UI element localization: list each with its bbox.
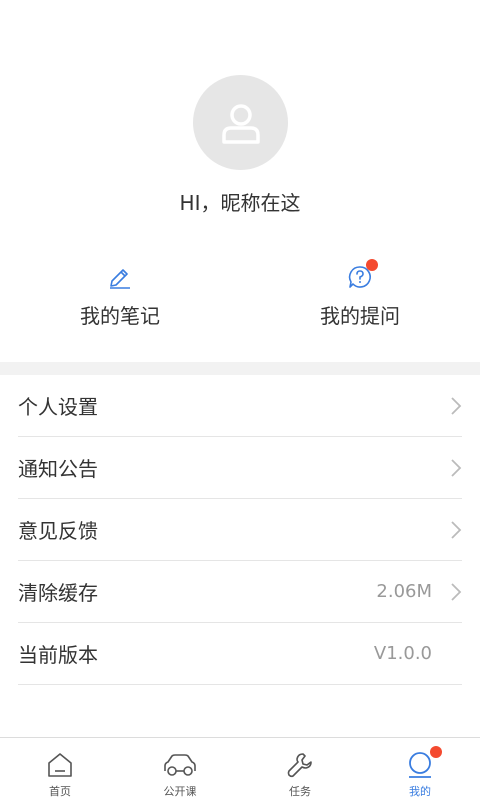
wrench-icon	[283, 750, 317, 780]
nickname[interactable]: HI，昵称在这	[0, 187, 480, 216]
notification-badge	[366, 259, 378, 271]
tab-label: 我的	[409, 785, 431, 798]
menu-item-personal-settings[interactable]: 个人设置	[18, 375, 462, 437]
version-value: V1.0.0	[373, 643, 432, 664]
tab-label: 公开课	[163, 785, 197, 798]
avatar[interactable]	[193, 75, 288, 170]
tab-label: 任务	[289, 785, 311, 798]
section-divider	[0, 362, 480, 375]
chevron-right-icon	[451, 582, 462, 601]
menu-item-feedback[interactable]: 意见反馈	[18, 499, 462, 561]
my-notes-label: 我的笔记	[80, 304, 160, 328]
user-icon	[221, 103, 260, 144]
menu-item-version: 当前版本 V1.0.0	[18, 623, 462, 685]
tab-mine[interactable]: 我的	[360, 738, 480, 800]
tab-tasks[interactable]: 任务	[240, 738, 360, 800]
bottom-tab-bar: 首页 公开课 任务 我的	[0, 737, 480, 800]
my-questions-label: 我的提问	[320, 304, 400, 328]
my-questions-button[interactable]: 我的提问	[240, 259, 480, 334]
menu-item-label: 通知公告	[18, 457, 98, 481]
chevron-right-icon	[451, 396, 462, 415]
menu-item-label: 个人设置	[18, 395, 98, 419]
menu-item-notices[interactable]: 通知公告	[18, 437, 462, 499]
tab-label: 首页	[49, 785, 71, 798]
menu-item-label: 当前版本	[18, 643, 98, 667]
menu-item-clear-cache[interactable]: 清除缓存 2.06M	[18, 561, 462, 623]
user-icon	[403, 746, 442, 780]
settings-menu: 个人设置 通知公告 意见反馈 清除缓存 2.06M 当前版本 V1.0.0	[0, 375, 480, 685]
tab-open-courses[interactable]: 公开课	[120, 738, 240, 800]
my-notes-button[interactable]: 我的笔记	[0, 264, 240, 334]
chevron-right-icon	[451, 458, 462, 477]
menu-item-label: 意见反馈	[18, 519, 98, 543]
chevron-right-icon	[451, 520, 462, 539]
question-bubble-icon	[347, 259, 378, 290]
menu-item-label: 清除缓存	[18, 581, 98, 605]
tab-home[interactable]: 首页	[0, 738, 120, 800]
notification-badge	[430, 746, 442, 758]
profile-section: HI，昵称在这 我的笔记 我的提问	[0, 0, 480, 362]
cache-size-value: 2.06M	[376, 581, 432, 602]
home-icon	[43, 750, 77, 780]
pencil-icon	[107, 264, 133, 290]
car-icon	[163, 750, 197, 780]
